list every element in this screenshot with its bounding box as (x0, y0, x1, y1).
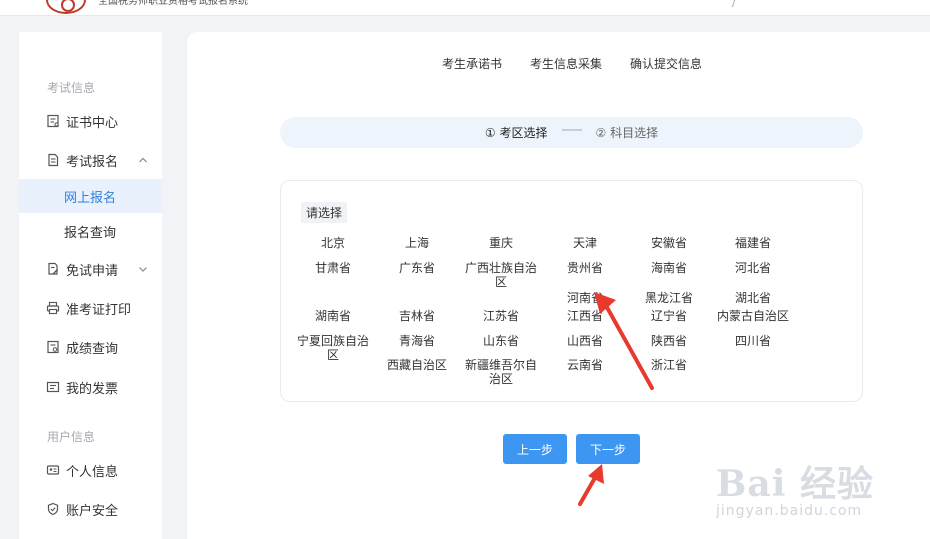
province-option[interactable]: 青海省 (375, 334, 459, 348)
sidebar-item-exam-registration[interactable]: 考试报名 (19, 143, 162, 177)
province-option[interactable]: 山西省 (543, 334, 627, 348)
sidebar-item-label: 考试报名 (66, 154, 119, 170)
score-icon (46, 340, 60, 354)
document-icon (46, 153, 60, 167)
province-option[interactable]: 重庆 (459, 236, 543, 250)
province-option[interactable]: 贵州省 (543, 261, 627, 275)
sidebar-item-exemption-application[interactable]: 免试申请 (19, 252, 162, 286)
sidebar-item-personal-info[interactable]: 个人信息 (19, 453, 162, 487)
province-option[interactable]: 辽宁省 (627, 309, 711, 323)
province-option[interactable]: 湖南省 (291, 309, 375, 323)
invoice-icon (46, 380, 60, 394)
region-prompt: 请选择 (301, 202, 348, 223)
sidebar-item-account-security[interactable]: 账户安全 (19, 492, 162, 526)
watermark-sub: jingyan.baidu.com (716, 503, 863, 519)
province-option[interactable]: 江苏省 (459, 309, 543, 323)
province-option[interactable]: 云南省 (543, 358, 627, 372)
chevron-up-icon (139, 157, 147, 163)
sidebar-group-exam-info: 考试信息 (47, 81, 96, 95)
certificate-icon (46, 114, 60, 128)
sidebar-item-label: 账户安全 (66, 503, 119, 519)
step-connector (561, 128, 582, 131)
next-step-button[interactable]: 下一步 (576, 434, 640, 464)
sidebar-item-label: 个人信息 (66, 464, 119, 480)
sidebar-subitem-online-registration[interactable]: 网上报名 (19, 179, 162, 213)
sidebar-item-label: 免试申请 (66, 263, 119, 279)
province-option[interactable]: 福建省 (711, 236, 795, 250)
province-option[interactable]: 山东省 (459, 334, 543, 348)
province-option[interactable]: 甘肃省 (291, 261, 375, 275)
province-option[interactable]: 广西壮族自治区 (459, 261, 543, 289)
chevron-down-icon (139, 267, 147, 272)
sidebar-item-label: 准考证打印 (66, 302, 132, 318)
step-subject-select[interactable]: ② 科目选择 (596, 124, 659, 141)
watermark-main: Bai 经验 (716, 463, 874, 505)
province-option[interactable]: 吉林省 (375, 309, 459, 323)
province-option[interactable]: 新疆维吾尔自治区 (459, 358, 543, 386)
province-option[interactable]: 宁夏回族自治区 (291, 334, 375, 362)
sidebar-group-user-info: 用户信息 (47, 430, 96, 444)
sidebar-item-score-query[interactable]: 成绩查询 (19, 330, 162, 364)
header-right-mark: / (732, 0, 736, 9)
province-option[interactable]: 上海 (375, 236, 459, 250)
sidebar-item-admission-ticket-print[interactable]: 准考证打印 (19, 291, 162, 325)
province-option[interactable]: 安徽省 (627, 236, 711, 250)
province-option[interactable]: 湖北省 (711, 291, 795, 305)
tab-candidate-info[interactable]: 考生信息采集 (530, 55, 602, 72)
province-option[interactable]: 广东省 (375, 261, 459, 275)
province-option[interactable]: 河北省 (711, 261, 795, 275)
sidebar-item-my-invoice[interactable]: 我的发票 (19, 370, 162, 404)
province-option[interactable]: 西藏自治区 (375, 358, 459, 372)
sidebar-item-label: 成绩查询 (66, 341, 119, 357)
sidebar-item-label: 我的发票 (66, 381, 119, 397)
sidebar: 考试信息 证书中心 考试报名 网上报名 报名查询 免试申请 准考证打印 成绩查询 (19, 32, 162, 539)
sidebar-item-certificate-center[interactable]: 证书中心 (19, 104, 162, 138)
province-option[interactable]: 北京 (291, 236, 375, 250)
form-tabs: 考生承诺书 考生信息采集 确认提交信息 (442, 55, 702, 72)
tab-candidate-pledge[interactable]: 考生承诺书 (442, 55, 502, 72)
previous-step-button[interactable]: 上一步 (503, 434, 567, 464)
province-option[interactable]: 四川省 (711, 334, 795, 348)
province-option[interactable]: 陕西省 (627, 334, 711, 348)
tab-confirm-submit[interactable]: 确认提交信息 (630, 55, 702, 72)
id-card-icon (46, 463, 60, 477)
step-indicator: ① 考区选择 ② 科目选择 (280, 117, 863, 148)
baidu-jingyan-watermark: Bai 经验 jingyan.baidu.com (716, 455, 886, 535)
province-option[interactable]: 天津 (543, 236, 627, 250)
step-region-select[interactable]: ① 考区选择 (485, 124, 548, 141)
region-selection-box: 请选择 北京 上海 重庆 天津 安徽省 福建省甘肃省 广东省 广西壮族自治区 贵州省 海南省 河北省… (280, 180, 863, 402)
printer-icon (46, 301, 60, 315)
province-option[interactable]: 河南省 (543, 291, 627, 305)
province-option[interactable]: 浙江省 (627, 358, 711, 372)
shield-icon (46, 502, 60, 516)
province-option[interactable]: 内蒙古自治区 (711, 309, 795, 323)
sidebar-item-label: 证书中心 (66, 115, 119, 131)
top-header: 全国税务师职业资格考试报名系统 / (0, 0, 930, 16)
province-option[interactable]: 江西省 (543, 309, 627, 323)
sidebar-subitem-registration-query[interactable]: 报名查询 (19, 214, 162, 248)
system-title: 全国税务师职业资格考试报名系统 (98, 0, 248, 7)
province-option[interactable]: 海南省 (627, 261, 711, 275)
emblem-logo (46, 0, 86, 14)
document-edit-icon (46, 262, 60, 276)
province-option[interactable]: 黑龙江省 (627, 291, 711, 305)
